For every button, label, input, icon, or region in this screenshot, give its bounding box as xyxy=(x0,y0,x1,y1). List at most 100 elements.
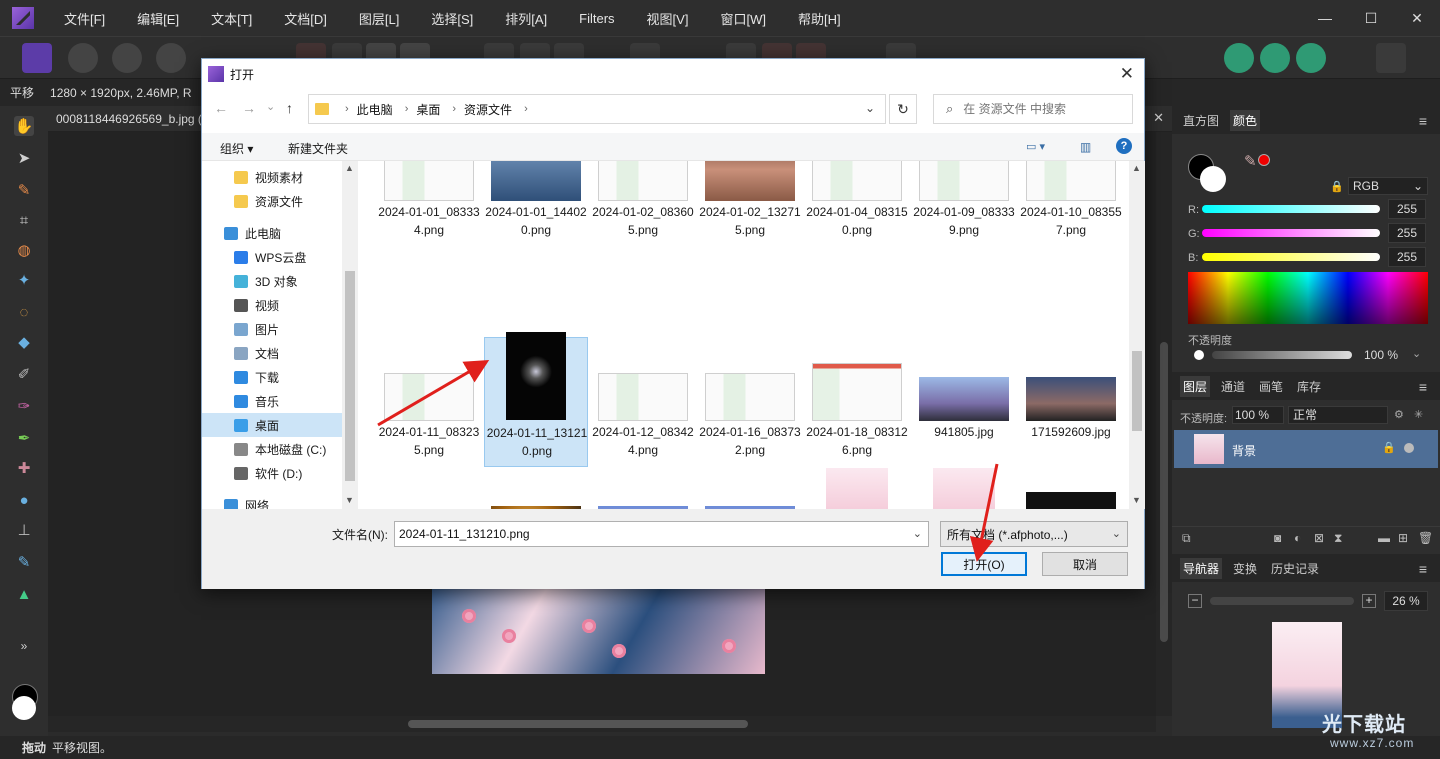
filename-input[interactable] xyxy=(399,527,899,541)
blue-value-field[interactable]: 255 xyxy=(1388,247,1426,267)
nav-item[interactable]: 网络 xyxy=(202,493,342,509)
file-item[interactable] xyxy=(591,476,695,509)
nav-item[interactable]: 图片 xyxy=(202,317,342,341)
liquify-persona-icon[interactable] xyxy=(68,43,98,73)
hourglass-icon[interactable]: ⧗ xyxy=(1334,531,1342,546)
menu-select[interactable]: 选择[S] xyxy=(431,9,473,28)
scroll-down-icon[interactable]: ▼ xyxy=(345,495,354,505)
file-item-selected[interactable]: 2024-01-11_131210.png xyxy=(484,332,588,467)
layer-row-background[interactable]: 背景 🔒 xyxy=(1174,430,1438,468)
menu-document[interactable]: 文档[D] xyxy=(284,9,327,28)
pen-tool-icon[interactable]: ✎ xyxy=(14,552,34,572)
file-item[interactable] xyxy=(698,476,802,509)
file-item[interactable]: 2024-01-02_083605.png xyxy=(591,161,695,247)
menu-filters[interactable]: Filters xyxy=(579,11,614,26)
nav-item[interactable]: 视频素材 xyxy=(202,165,342,189)
duplicate-icon[interactable] xyxy=(1260,43,1290,73)
tab-channels[interactable]: 通道 xyxy=(1218,376,1248,397)
blur-brush-icon[interactable]: ● xyxy=(14,490,34,510)
picked-color-swatch[interactable] xyxy=(1258,154,1270,166)
red-slider[interactable] xyxy=(1202,205,1380,213)
opacity-slider[interactable] xyxy=(1212,351,1352,359)
open-button[interactable]: 打开(O) xyxy=(941,552,1027,576)
view-options-icon[interactable]: ▭ ▾ xyxy=(1026,140,1045,153)
folder-icon[interactable]: ▬ xyxy=(1378,531,1390,545)
file-item[interactable]: 2024-01-11_083235.png xyxy=(377,337,481,467)
secondary-color-swatch[interactable] xyxy=(12,696,36,720)
paint-brush-icon[interactable]: ✐ xyxy=(14,364,34,384)
filename-combobox[interactable]: ⌄ xyxy=(394,521,929,547)
file-item[interactable]: 2024-01-10_083557.png xyxy=(1019,161,1123,247)
minimize-button[interactable]: — xyxy=(1302,10,1348,26)
nav-item[interactable]: 本地磁盘 (C:) xyxy=(202,437,342,461)
green-slider[interactable] xyxy=(1202,229,1380,237)
maximize-button[interactable]: ☐ xyxy=(1348,10,1394,27)
opacity-value-field[interactable]: 100 % xyxy=(1364,346,1412,364)
file-item[interactable]: 2024-01-01_083334.png xyxy=(377,161,481,247)
color-spectrum[interactable] xyxy=(1188,272,1428,324)
tab-color[interactable]: 颜色 xyxy=(1230,109,1261,131)
panel-menu-icon[interactable]: ≡ xyxy=(1416,559,1430,579)
tab-brushes[interactable]: 画笔 xyxy=(1256,376,1286,397)
nav-item[interactable]: 软件 (D:) xyxy=(202,461,342,485)
file-item[interactable]: 2024-01-04_083150.png xyxy=(805,161,909,247)
erase-brush-icon[interactable]: ✑ xyxy=(14,396,34,416)
file-list-scrollbar[interactable]: ▲ ▼ xyxy=(1129,161,1145,509)
tab-navigator[interactable]: 导航器 xyxy=(1180,557,1223,579)
nav-item[interactable]: 文档 xyxy=(202,341,342,365)
file-item[interactable]: 2024-01-09_083339.png xyxy=(912,161,1016,247)
nav-item[interactable]: 音乐 xyxy=(202,389,342,413)
menu-arrange[interactable]: 排列[A] xyxy=(505,9,547,28)
breadcrumb-desktop[interactable]: 桌面 xyxy=(416,101,440,118)
scroll-up-icon[interactable]: ▲ xyxy=(1132,163,1141,173)
organize-menu[interactable]: 组织 ▾ xyxy=(220,140,253,157)
search-input[interactable] xyxy=(963,102,1114,116)
blend-mode-select[interactable]: 正常 xyxy=(1288,406,1388,424)
file-item[interactable]: 2024-01-12_083424.png xyxy=(591,337,695,467)
file-item[interactable]: 941805.jpg xyxy=(912,337,1016,467)
dodge-brush-icon[interactable]: ✒ xyxy=(14,428,34,448)
color-mode-select[interactable]: RGB ⌄ xyxy=(1348,177,1428,195)
help-icon[interactable]: ? xyxy=(1116,138,1132,154)
nav-item[interactable]: 此电脑 xyxy=(202,221,342,245)
shape-tool-icon[interactable]: ▲ xyxy=(14,584,34,604)
menu-help[interactable]: 帮助[H] xyxy=(798,9,841,28)
file-item[interactable]: 171592609.jpg xyxy=(1019,337,1123,467)
move-tool-icon[interactable]: ➤ xyxy=(14,148,34,168)
nav-item[interactable]: 3D 对象 xyxy=(202,269,342,293)
file-item[interactable]: 2024-01-16_083732.png xyxy=(698,337,802,467)
canvas-vertical-scrollbar[interactable] xyxy=(1156,132,1172,716)
layer-options-icon[interactable]: ⧉ xyxy=(1182,531,1191,546)
menu-edit[interactable]: 编辑[E] xyxy=(137,9,179,28)
layer-lock-icon[interactable]: 🔒 xyxy=(1382,441,1396,454)
file-item[interactable]: 2024-01-18_083126.png xyxy=(805,337,909,467)
breadcrumb-this-pc[interactable]: 此电脑 xyxy=(357,101,393,118)
user-account-icon[interactable] xyxy=(1376,43,1406,73)
affinity-photo-logo-icon[interactable] xyxy=(12,7,34,29)
color-picker-tool-icon[interactable]: ✎ xyxy=(14,180,34,200)
inpainting-icon[interactable]: ⊥ xyxy=(14,520,34,540)
zoom-out-button[interactable]: − xyxy=(1188,594,1202,608)
chevron-down-icon[interactable]: ⌄ xyxy=(913,527,922,540)
file-type-select[interactable]: 所有文档 (*.afphoto,...) ⌄ xyxy=(940,521,1128,547)
up-arrow-icon[interactable]: ↑ xyxy=(286,100,293,116)
add-layer-icon[interactable] xyxy=(1224,43,1254,73)
menu-view[interactable]: 视图[V] xyxy=(647,9,689,28)
green-value-field[interactable]: 255 xyxy=(1388,223,1426,243)
panel-menu-icon[interactable]: ≡ xyxy=(1416,377,1430,397)
file-item[interactable] xyxy=(912,468,1016,509)
breadcrumb-resources[interactable]: 资源文件 xyxy=(464,101,512,118)
scroll-thumb[interactable] xyxy=(1132,351,1142,431)
clone-brush-icon[interactable]: ✚ xyxy=(14,458,34,478)
address-bar[interactable]: › 此电脑 › 桌面 › 资源文件 › ⌄ xyxy=(308,94,886,124)
file-item[interactable]: 2024-01-02_132715.png xyxy=(698,161,802,247)
flood-fill-icon[interactable]: ◆ xyxy=(14,332,34,352)
layer-visibility-icon[interactable] xyxy=(1404,443,1414,453)
scroll-thumb[interactable] xyxy=(345,271,355,481)
menu-text[interactable]: 文本[T] xyxy=(211,9,252,28)
new-folder-button[interactable]: 新建文件夹 xyxy=(288,140,348,157)
stroke-color-well[interactable] xyxy=(1200,166,1226,192)
panel-menu-icon[interactable]: ≡ xyxy=(1416,111,1430,131)
tab-transform[interactable]: 变换 xyxy=(1230,558,1260,579)
file-item[interactable] xyxy=(484,476,588,509)
